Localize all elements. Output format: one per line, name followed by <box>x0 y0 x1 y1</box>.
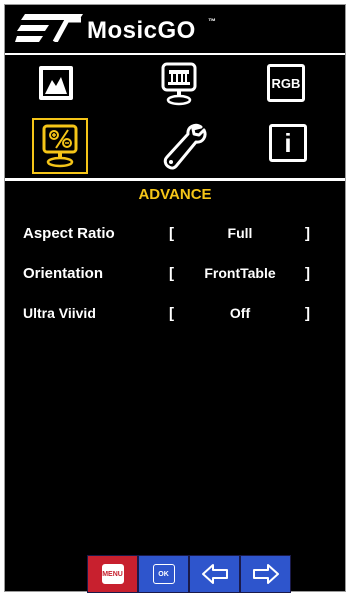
bracket-open: [ <box>169 265 174 282</box>
bracket-close: ] <box>305 225 310 242</box>
control-button-bar: MENU OK <box>87 555 291 593</box>
rgb-icon: RGB <box>267 64 305 102</box>
bracket-close: ] <box>305 265 310 282</box>
advance-icon <box>42 124 78 168</box>
setting-label: Aspect Ratio <box>23 225 115 242</box>
setting-ultra-vivid[interactable]: Ultra Viivid [ Off ] <box>5 305 345 329</box>
brand-logo-icon <box>15 14 83 42</box>
wrench-icon <box>163 123 207 170</box>
info-icon: i <box>269 124 307 162</box>
ok-key-label: OK <box>152 564 175 584</box>
monitor-icon <box>161 62 197 106</box>
setting-value[interactable]: Off <box>177 305 303 321</box>
left-button[interactable] <box>189 555 240 593</box>
tab-display[interactable] <box>159 62 199 106</box>
setting-value[interactable]: FrontTable <box>177 265 303 281</box>
bracket-open: [ <box>169 225 174 242</box>
tab-rgb[interactable]: RGB <box>267 64 305 102</box>
tab-advance[interactable] <box>32 118 88 174</box>
tab-setup[interactable] <box>161 121 209 171</box>
left-arrow-icon <box>201 564 228 584</box>
right-arrow-icon <box>252 564 279 584</box>
setting-label: Orientation <box>23 265 104 282</box>
tab-picture[interactable] <box>37 64 75 102</box>
menu-divider <box>5 178 345 181</box>
menu-button[interactable]: MENU <box>87 555 138 593</box>
osd-menu: MosicGO ™ RGB i ADVANCE Aspect Ratio [F… <box>4 4 346 593</box>
rgb-label: RGB <box>271 75 301 91</box>
brand-trademark: ™ <box>208 17 216 26</box>
picture-icon <box>39 66 73 100</box>
setting-value[interactable]: Full <box>177 225 303 241</box>
menu-key-label: MENU <box>101 564 124 584</box>
menu-title: ADVANCE <box>138 186 212 203</box>
brand-header: MosicGO ™ <box>5 5 345 55</box>
ok-button[interactable]: OK <box>138 555 189 593</box>
setting-aspect-ratio[interactable]: Aspect Ratio [ Full ] <box>5 225 345 249</box>
info-label: i <box>284 127 292 158</box>
bracket-close: ] <box>305 305 310 322</box>
tab-info[interactable]: i <box>269 124 307 162</box>
right-button[interactable] <box>240 555 291 593</box>
bracket-open: [ <box>169 305 174 322</box>
setting-orientation[interactable]: Orientation [ FrontTable ] <box>5 265 345 289</box>
setting-label: Ultra Viivid <box>23 305 96 321</box>
brand-name: MosicGO <box>87 17 196 44</box>
